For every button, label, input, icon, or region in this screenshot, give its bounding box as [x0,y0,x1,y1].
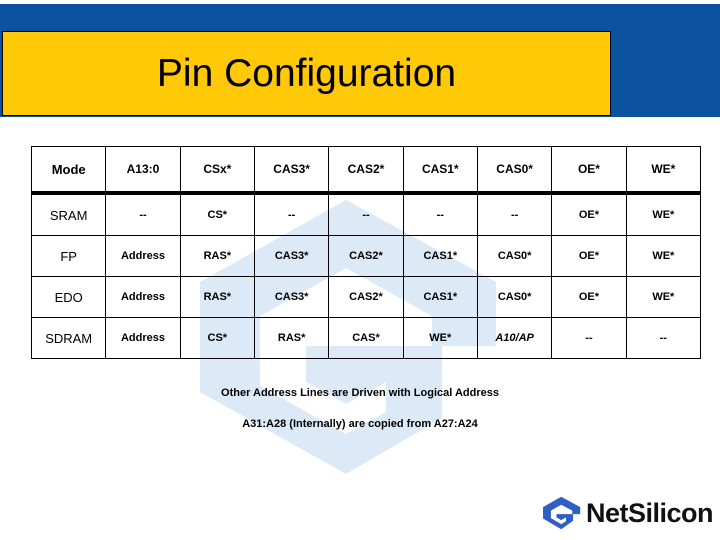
cell: OE* [551,235,627,277]
column-header-a13-0: A13:0 [105,146,181,195]
cell: RAS* [179,276,255,318]
cell: WE* [402,317,478,359]
cell: WE* [625,192,702,236]
cell: WE* [625,235,702,277]
table-row: EDO Address RAS* CAS3* CAS2* CAS1* CAS0*… [30,276,702,318]
cell: CS* [179,192,255,236]
column-header-mode: Mode [30,146,107,195]
table-row: SRAM -- CS* -- -- -- -- OE* WE* [30,192,702,236]
cell: CAS3* [253,276,330,318]
table-header-row: Mode A13:0 CSx* CAS3* CAS2* CAS1* CAS0* … [30,146,702,195]
cell: CAS1* [402,235,478,277]
cell: CAS* [328,317,404,359]
column-header-we: WE* [625,146,702,195]
cell: Address [105,276,181,318]
cell: -- [402,192,478,236]
cell: -- [625,317,702,359]
cell: -- [476,192,553,236]
column-header-cas0: CAS0* [476,146,553,195]
title-box: Pin Configuration [2,31,611,116]
cell: Address [105,317,181,359]
footnote-line-2: A31:A28 (Internally) are copied from A27… [242,418,478,430]
row-mode-label: EDO [30,276,107,318]
pin-configuration-table: Mode A13:0 CSx* CAS3* CAS2* CAS1* CAS0* … [30,146,702,359]
cell: OE* [551,276,627,318]
row-mode-label: FP [30,235,107,277]
cell: CAS2* [328,235,404,277]
cell: CAS0* [476,235,553,277]
column-header-cas3: CAS3* [253,146,330,195]
cell: -- [328,192,404,236]
page-title: Pin Configuration [156,52,457,95]
cell: OE* [551,192,627,236]
cell: CAS3* [253,235,330,277]
table-row: SDRAM Address CS* RAS* CAS* WE* A10/AP -… [30,317,702,359]
netsilicon-logo: NetSilicon [542,496,714,530]
column-header-oe: OE* [551,146,627,195]
cell: CAS0* [476,276,553,318]
column-header-csx: CSx* [179,146,255,195]
cell: -- [551,317,627,359]
cell: RAS* [179,235,255,277]
cell: CS* [179,317,255,359]
cell: CAS1* [402,276,478,318]
cell: Address [105,235,181,277]
row-mode-label: SRAM [30,192,107,236]
footnotes: Other Address Lines are Driven with Logi… [0,388,720,430]
cell: WE* [625,276,702,318]
cell: RAS* [253,317,330,359]
column-header-cas2: CAS2* [328,146,404,195]
table-row: FP Address RAS* CAS3* CAS2* CAS1* CAS0* … [30,235,702,277]
cell: -- [253,192,330,236]
netsilicon-logo-text: NetSilicon [586,497,714,528]
slide-canvas: Pin Configuration Mode A13:0 CSx* CAS3* … [0,0,720,540]
row-mode-label: SDRAM [30,317,107,359]
footnote-line-1: Other Address Lines are Driven with Logi… [221,387,499,399]
netsilicon-logo-mark-icon [543,496,581,530]
cell: A10/AP [476,317,553,359]
cell: -- [105,192,181,236]
cell: CAS2* [328,276,404,318]
column-header-cas1: CAS1* [402,146,478,195]
